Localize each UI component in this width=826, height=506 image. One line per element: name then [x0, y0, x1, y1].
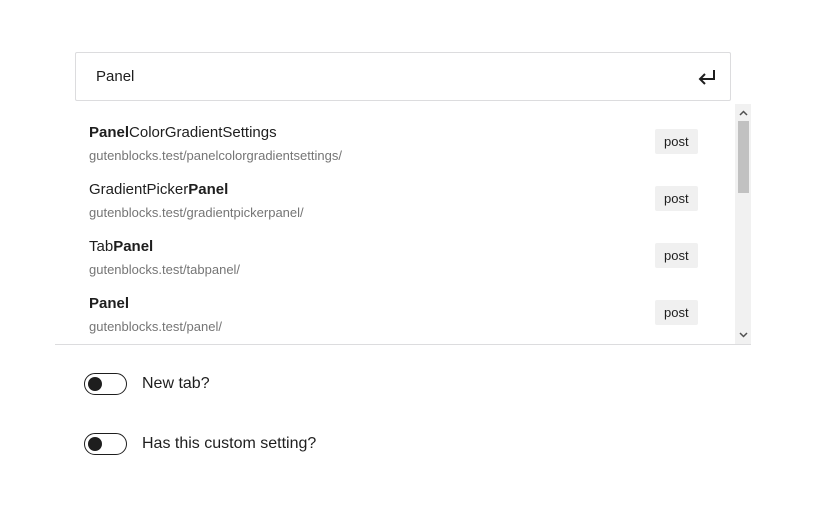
custom-setting-label[interactable]: Has this custom setting?	[142, 435, 316, 453]
chevron-down-icon	[738, 332, 748, 338]
custom-setting-toggle[interactable]	[84, 433, 127, 455]
enter-icon	[698, 70, 715, 85]
submit-button[interactable]	[694, 65, 720, 89]
result-item[interactable]: Panel gutenblocks.test/panel/ post	[55, 275, 735, 334]
new-tab-setting: New tab?	[84, 373, 210, 395]
custom-setting: Has this custom setting?	[84, 433, 316, 455]
result-title: GradientPickerPanel	[89, 181, 229, 198]
result-title: Panel	[89, 295, 130, 312]
result-type-badge: post	[655, 129, 698, 154]
search-results-list: PanelColorGradientSettings gutenblocks.t…	[55, 104, 751, 345]
toggle-knob	[88, 437, 102, 451]
scroll-up-arrow[interactable]	[735, 105, 751, 121]
result-url: gutenblocks.test/panel/	[89, 319, 222, 334]
scroll-down-arrow[interactable]	[735, 327, 751, 343]
result-type-badge: post	[655, 243, 698, 268]
result-title: PanelColorGradientSettings	[89, 124, 277, 141]
link-search-box	[75, 52, 731, 101]
new-tab-toggle[interactable]	[84, 373, 127, 395]
toggle-knob	[88, 377, 102, 391]
result-item[interactable]: TabPanel gutenblocks.test/tabpanel/ post	[55, 218, 735, 277]
link-search-input[interactable]	[76, 53, 676, 100]
results-scrollbar[interactable]	[735, 104, 751, 344]
result-type-badge: post	[655, 300, 698, 325]
chevron-up-icon	[738, 110, 748, 116]
new-tab-label[interactable]: New tab?	[142, 375, 210, 393]
result-title: TabPanel	[89, 238, 154, 255]
result-item[interactable]: GradientPickerPanel gutenblocks.test/gra…	[55, 161, 735, 220]
result-type-badge: post	[655, 186, 698, 211]
result-item[interactable]: PanelColorGradientSettings gutenblocks.t…	[55, 104, 735, 163]
scroll-thumb[interactable]	[738, 121, 749, 193]
